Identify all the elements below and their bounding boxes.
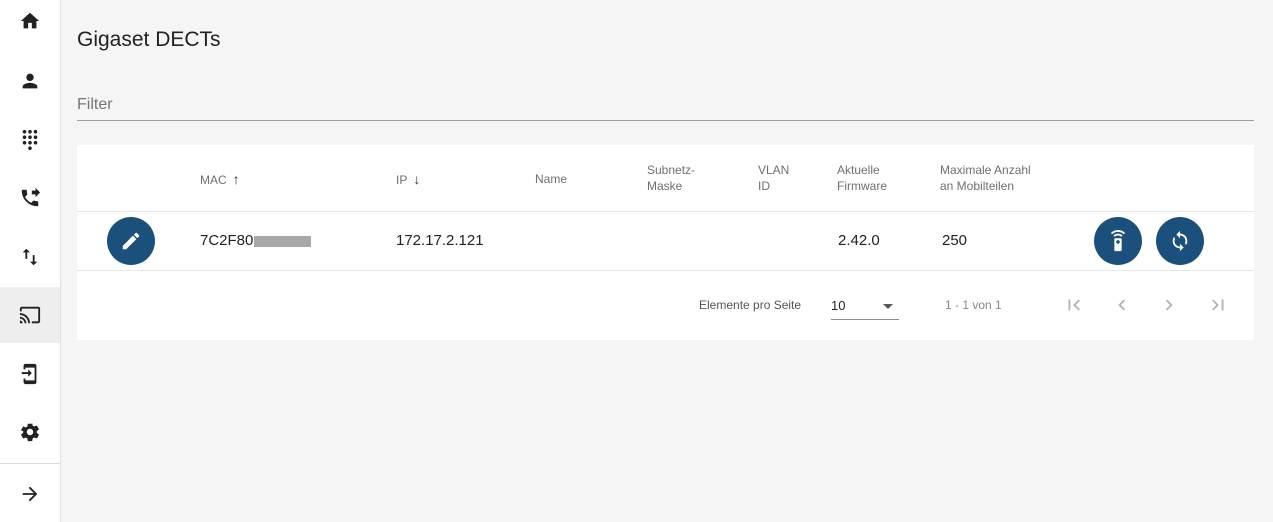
sidebar-expand-button[interactable] <box>0 466 60 522</box>
sidebar-item-provisioning[interactable] <box>0 346 60 402</box>
sidebar <box>0 0 61 522</box>
arrow-right-icon <box>22 486 38 502</box>
previous-page-button[interactable] <box>1107 290 1137 320</box>
table-row: 7C2F80 172.17.2.121 2.42.0 250 <box>77 212 1254 271</box>
cast-icon <box>19 306 41 324</box>
column-header-ip-label: IP <box>396 173 408 187</box>
items-per-page-label: Elemente pro Seite <box>699 298 802 312</box>
sidebar-item-dialpad[interactable] <box>0 112 60 168</box>
page-title: Gigaset DECTs <box>77 28 221 51</box>
column-header-vlan-line2: ID <box>758 179 770 193</box>
last-page-icon <box>1212 299 1224 311</box>
last-page-button[interactable] <box>1203 290 1233 320</box>
edit-button[interactable] <box>107 217 155 265</box>
paginator: Elemente pro Seite 10 1 - 1 von 1 <box>77 271 1254 340</box>
person-icon <box>22 73 38 89</box>
remote-button[interactable] <box>1094 217 1142 265</box>
table-header-row: MAC ↑ IP ↓ Name Subnetz- Maske VLAN ID Akt… <box>77 145 1254 212</box>
sidebar-item-user[interactable] <box>0 53 60 109</box>
home-icon <box>20 12 40 29</box>
dropdown-caret-icon <box>883 304 893 309</box>
cell-mac-value: 7C2F80 <box>200 232 254 249</box>
sort-ascending-icon: ↑ <box>232 171 240 187</box>
column-header-firmware-line2: Firmware <box>837 179 887 193</box>
redacted-mac-suffix <box>254 235 312 247</box>
page-range-label: 1 - 1 von 1 <box>945 298 1002 312</box>
items-per-page-value: 10 <box>831 298 846 313</box>
column-header-firmware[interactable]: Aktuelle Firmware <box>837 162 887 194</box>
chevron-left-icon <box>1118 299 1126 311</box>
next-page-button[interactable] <box>1154 290 1184 320</box>
chevron-right-icon <box>1165 299 1173 311</box>
filter-input[interactable] <box>77 84 1254 120</box>
swap-vert-icon <box>22 248 38 266</box>
column-header-vlan[interactable]: VLAN ID <box>758 162 789 194</box>
first-page-icon <box>1068 299 1080 311</box>
column-header-max-line1: Maximale Anzahl <box>940 163 1031 177</box>
sidebar-divider <box>0 463 60 464</box>
cell-firmware: 2.42.0 <box>838 232 880 249</box>
column-header-mac[interactable]: MAC ↑ <box>200 171 240 188</box>
phone-login-icon <box>21 363 37 385</box>
column-header-subnet[interactable]: Subnetz- Maske <box>647 162 695 194</box>
column-header-subnet-line2: Maske <box>647 179 683 193</box>
column-header-subnet-line1: Subnetz- <box>647 163 696 177</box>
cell-mac: 7C2F80 <box>200 232 312 250</box>
sidebar-item-call-forward[interactable] <box>0 170 60 226</box>
filter-field <box>77 84 1254 121</box>
cell-max-handsets: 250 <box>942 232 968 249</box>
sidebar-item-settings[interactable] <box>0 404 60 460</box>
sidebar-item-dect[interactable] <box>0 287 60 343</box>
column-header-vlan-line1: VLAN <box>758 163 790 177</box>
column-header-max-handsets[interactable]: Maximale Anzahl an Mobilteilen <box>940 162 1031 194</box>
call-forward-icon <box>21 187 41 207</box>
column-header-mac-label: MAC <box>200 173 227 187</box>
remote-icon <box>1110 230 1126 252</box>
column-header-name-label: Name <box>535 172 568 186</box>
sort-descending-icon: ↓ <box>413 171 421 187</box>
cell-ip: 172.17.2.121 <box>396 232 484 249</box>
sidebar-item-transfer[interactable] <box>0 229 60 285</box>
column-header-firmware-line1: Aktuelle <box>837 163 880 177</box>
first-page-button[interactable] <box>1059 290 1089 320</box>
column-header-name[interactable]: Name <box>535 171 567 187</box>
sync-icon <box>1172 230 1188 252</box>
column-header-ip[interactable]: IP ↓ <box>396 171 420 188</box>
sidebar-item-home[interactable] <box>0 0 60 49</box>
edit-icon <box>122 232 140 250</box>
dialpad-icon <box>22 129 38 151</box>
gear-icon <box>21 423 39 442</box>
column-header-max-line2: an Mobilteilen <box>940 179 1015 193</box>
items-per-page-select[interactable]: 10 <box>831 291 899 320</box>
sync-button[interactable] <box>1156 217 1204 265</box>
dect-table: MAC ↑ IP ↓ Name Subnetz- Maske VLAN ID Akt… <box>77 145 1254 340</box>
